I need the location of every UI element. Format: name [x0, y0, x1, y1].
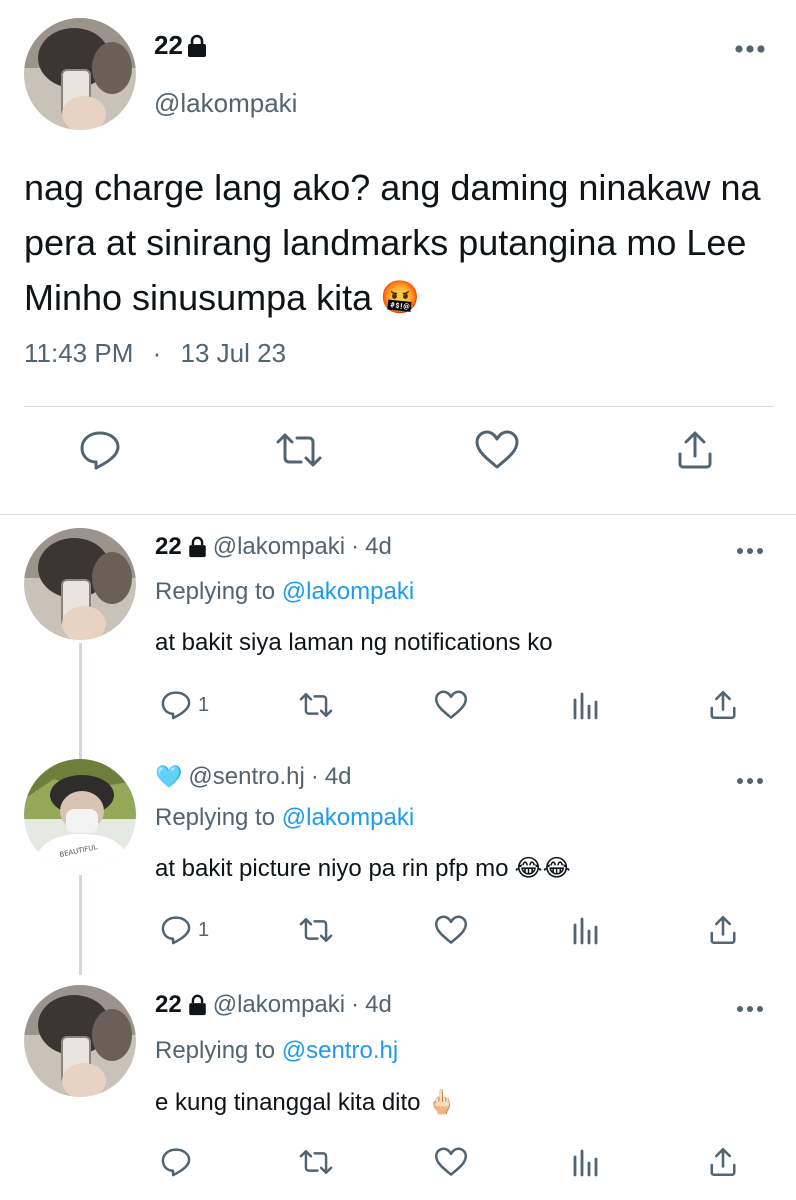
handle[interactable]: @sentro.hj — [188, 763, 304, 791]
tweet-text-line: nag charge lang ako? ang daming ninakaw … — [24, 167, 761, 208]
lock-icon — [188, 536, 207, 558]
share-icon[interactable] — [675, 430, 715, 470]
share-icon[interactable] — [708, 690, 738, 720]
thread-line — [79, 875, 82, 975]
reply-count: 1 — [198, 918, 210, 941]
reply-text-content: e kung tinanggal kita dito — [155, 1088, 421, 1116]
reply-actions: 1 — [0, 915, 796, 955]
analytics-icon[interactable] — [572, 690, 600, 720]
meta-separator: · — [351, 991, 360, 1018]
mention-link[interactable]: @lakompaki — [282, 804, 414, 831]
lock-icon — [188, 994, 207, 1016]
reply-actions — [0, 1147, 796, 1187]
mention-link[interactable]: @sentro.hj — [282, 1037, 398, 1064]
handle[interactable]: @lakompaki — [213, 533, 345, 561]
analytics-icon[interactable] — [572, 1147, 600, 1177]
avatar[interactable] — [24, 985, 136, 1097]
reply-count: 1 — [198, 693, 210, 716]
retweet-icon[interactable] — [274, 430, 324, 470]
like-icon[interactable] — [474, 430, 520, 470]
replying-to-prefix: Replying to — [155, 804, 276, 831]
retweet-icon[interactable] — [298, 1147, 334, 1177]
avatar[interactable]: BEAUTIFUL — [24, 759, 136, 871]
meta-separator: · — [310, 763, 319, 790]
share-icon[interactable] — [708, 1147, 738, 1177]
share-icon[interactable] — [708, 915, 738, 945]
more-icon[interactable] — [736, 777, 764, 785]
lock-icon — [187, 34, 207, 58]
divider — [24, 406, 774, 407]
reply-tweet[interactable]: 22 @lakompaki · 4d Replying to @sentro.h… — [0, 975, 796, 1200]
reply-icon[interactable] — [78, 430, 122, 470]
reply-icon — [161, 916, 191, 945]
tweet-text-line: pera at sinirang landmarks putangina mo … — [24, 222, 747, 263]
middle-finger-emoji: 🖕🏻 — [426, 1089, 457, 1116]
more-icon[interactable] — [736, 1005, 764, 1013]
reply-text: at bakit siya laman ng notifications ko — [155, 629, 553, 657]
retweet-icon[interactable] — [298, 915, 334, 945]
tweet-text-line: Minho sinusumpa kita — [24, 277, 373, 318]
reply-button[interactable]: 1 — [160, 690, 209, 720]
replying-to-prefix: Replying to — [155, 578, 276, 605]
reply-icon[interactable] — [160, 1147, 192, 1177]
reply-header: 22 @lakompaki · 4d — [155, 991, 392, 1019]
emoji-cursing: 🤬 — [380, 279, 421, 315]
tweet-timestamp[interactable]: 11:43 PM · 13 Jul 23 — [24, 338, 286, 369]
display-name[interactable]: 22 — [155, 991, 182, 1019]
reply-tweet[interactable]: 22 @lakompaki · 4d Replying to @lakompak… — [0, 515, 796, 743]
main-tweet: 22 @lakompaki nag charge lang ako? ang d… — [0, 0, 796, 512]
like-icon[interactable] — [434, 690, 468, 720]
like-icon[interactable] — [434, 1147, 468, 1177]
reply-header: 🩵 @sentro.hj · 4d — [155, 763, 352, 791]
avatar[interactable] — [24, 528, 136, 640]
handle[interactable]: @lakompaki — [213, 991, 345, 1019]
reply-tweet[interactable]: BEAUTIFUL 🩵 @sentro.hj · 4d Replying to … — [0, 743, 796, 975]
heart-emoji[interactable]: 🩵 — [155, 764, 182, 790]
reply-actions: 1 — [0, 690, 796, 730]
meta-separator: · — [152, 338, 162, 368]
reply-age[interactable]: 4d — [325, 763, 352, 791]
tweet-actions — [0, 430, 796, 490]
retweet-icon[interactable] — [298, 690, 334, 720]
tweet-date: 13 Jul 23 — [180, 338, 287, 368]
thread-line — [79, 743, 82, 759]
reply-text-content: at bakit siya laman ng notifications ko — [155, 629, 553, 656]
mention-link[interactable]: @lakompaki — [282, 578, 414, 605]
handle[interactable]: @lakompaki — [154, 88, 297, 119]
analytics-icon[interactable] — [572, 915, 600, 945]
meta-separator: · — [351, 533, 360, 560]
display-name[interactable]: 22 — [155, 533, 182, 561]
reply-text: at bakit picture niyo pa rin pfp mo 😂😂 — [155, 854, 571, 883]
reply-icon — [161, 691, 191, 720]
display-name[interactable]: 22 — [154, 30, 207, 61]
like-icon[interactable] — [434, 915, 468, 945]
display-name-text: 22 — [154, 30, 183, 60]
reply-text-content: at bakit picture niyo pa rin pfp mo — [155, 854, 509, 882]
reply-button[interactable]: 1 — [160, 915, 209, 945]
reply-age[interactable]: 4d — [365, 533, 392, 561]
more-icon[interactable] — [734, 44, 766, 54]
reply-text: e kung tinanggal kita dito 🖕🏻 — [155, 1088, 456, 1117]
reply-age[interactable]: 4d — [365, 991, 392, 1019]
tweet-time: 11:43 PM — [24, 338, 134, 368]
reply-header: 22 @lakompaki · 4d — [155, 533, 392, 561]
more-icon[interactable] — [736, 547, 764, 555]
avatar[interactable] — [24, 18, 136, 130]
replying-to: Replying to @lakompaki — [155, 578, 414, 606]
replying-to-prefix: Replying to — [155, 1037, 276, 1064]
replying-to: Replying to @sentro.hj — [155, 1037, 398, 1065]
tweet-text: nag charge lang ako? ang daming ninakaw … — [24, 160, 784, 325]
replying-to: Replying to @lakompaki — [155, 804, 414, 832]
laughing-emoji: 😂😂 — [514, 855, 571, 882]
